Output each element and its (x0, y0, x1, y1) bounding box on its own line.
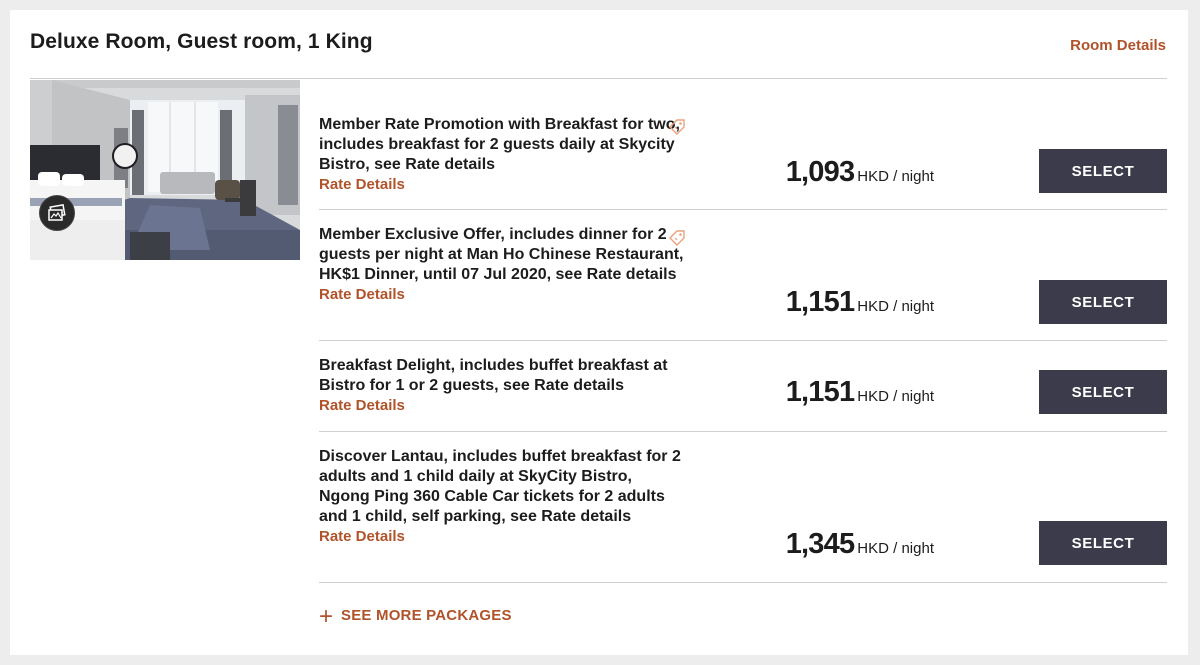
select-button[interactable]: SELECT (1039, 280, 1167, 324)
price-amount: 1,151 (785, 376, 855, 408)
price-amount: 1,093 (785, 156, 855, 188)
rate-description-block: Discover Lantau, includes buffet breakfa… (319, 447, 687, 547)
see-more-label: SEE MORE PACKAGES (341, 606, 512, 624)
gallery-button[interactable] (39, 195, 75, 231)
rate-description: Discover Lantau, includes buffet breakfa… (319, 448, 681, 525)
plus-icon: + (319, 603, 334, 630)
price-unit: HKD / night (857, 540, 934, 557)
room-photo[interactable] (30, 80, 300, 260)
price-amount: 1,345 (785, 528, 855, 560)
price-amount: 1,151 (785, 286, 855, 318)
price-unit: HKD / night (857, 298, 934, 315)
offer-tag-icon (669, 119, 685, 135)
rate-row: Discover Lantau, includes buffet breakfa… (319, 432, 1167, 583)
select-button[interactable]: SELECT (1039, 370, 1167, 414)
rate-description-block: Breakfast Delight, includes buffet break… (319, 356, 687, 416)
rate-description-block: Member Exclusive Offer, includes dinner … (319, 225, 687, 305)
see-more-packages-link[interactable]: + SEE MORE PACKAGES (319, 603, 512, 630)
price-unit: HKD / night (857, 388, 934, 405)
rate-row: Breakfast Delight, includes buffet break… (319, 341, 1167, 432)
room-card: Deluxe Room, Guest room, 1 King Room Det… (10, 10, 1188, 655)
divider (30, 78, 1167, 79)
select-button[interactable]: SELECT (1039, 521, 1167, 565)
price: 1,151 HKD / night (786, 286, 934, 319)
price: 1,093 HKD / night (786, 156, 934, 189)
rate-details-link[interactable]: Rate Details (319, 175, 687, 195)
gallery-icon (48, 204, 66, 221)
rate-description: Member Rate Promotion with Breakfast for… (319, 116, 680, 173)
rate-details-link[interactable]: Rate Details (319, 527, 687, 547)
price: 1,151 HKD / night (786, 376, 934, 409)
price-unit: HKD / night (857, 168, 934, 185)
room-title: Deluxe Room, Guest room, 1 King (30, 30, 373, 53)
rate-description: Breakfast Delight, includes buffet break… (319, 357, 668, 394)
rate-description: Member Exclusive Offer, includes dinner … (319, 226, 684, 283)
rate-row: Member Exclusive Offer, includes dinner … (319, 210, 1167, 341)
room-photo-image (30, 80, 300, 260)
price: 1,345 HKD / night (786, 528, 934, 561)
select-button[interactable]: SELECT (1039, 149, 1167, 193)
rate-list: Member Rate Promotion with Breakfast for… (319, 80, 1167, 583)
rate-description-block: Member Rate Promotion with Breakfast for… (319, 115, 687, 195)
rate-row: Member Rate Promotion with Breakfast for… (319, 80, 1167, 210)
rate-details-link[interactable]: Rate Details (319, 285, 687, 305)
rate-details-link[interactable]: Rate Details (319, 396, 687, 416)
offer-tag-icon (669, 230, 685, 246)
room-details-link[interactable]: Room Details (1070, 37, 1166, 54)
